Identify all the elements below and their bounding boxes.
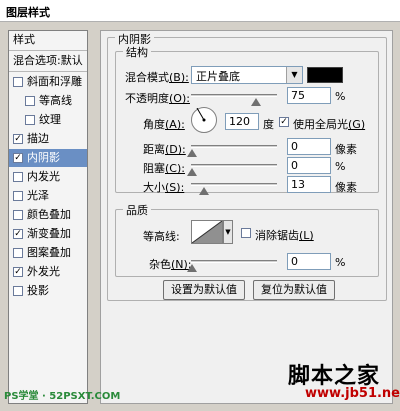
opacity-slider-thumb[interactable] [250, 98, 261, 106]
style-list-item[interactable]: ✓ 内阴影 [9, 149, 87, 167]
style-item-label: 斜面和浮雕 [27, 75, 82, 88]
noise-input[interactable]: 0 [287, 253, 331, 270]
style-list-header-label: 样式 [13, 33, 35, 46]
style-item-label: 内发光 [27, 170, 60, 183]
anti-alias-label: 消除锯齿(L) [255, 229, 314, 242]
reset-default-button[interactable]: 复位为默认值 [253, 280, 335, 300]
style-item-checkbox[interactable] [13, 191, 23, 201]
style-item-label: 投影 [27, 284, 49, 297]
style-item-label: 描边 [27, 132, 49, 145]
style-item-label: 渐变叠加 [27, 227, 71, 240]
style-item-checkbox[interactable] [13, 286, 23, 296]
size-slider[interactable] [191, 183, 277, 186]
global-light-label: 使用全局光(G) [293, 118, 366, 131]
style-list-item[interactable]: 图案叠加 [9, 244, 87, 262]
style-item-label: 纹理 [39, 113, 61, 126]
size-label: 大小(S): [143, 181, 185, 194]
shadow-color-swatch[interactable] [307, 67, 343, 83]
distance-input[interactable]: 0 [287, 138, 331, 155]
blend-mode-value: 正片叠底 [196, 70, 240, 83]
style-list-item[interactable]: 内发光 [9, 168, 87, 186]
style-item-checkbox[interactable] [13, 248, 23, 258]
style-list-header[interactable]: 样式 [9, 31, 87, 49]
distance-slider[interactable] [191, 145, 277, 148]
contour-picker[interactable] [191, 220, 223, 244]
style-list-item[interactable]: 光泽 [9, 187, 87, 205]
style-list-item[interactable]: ✓ 渐变叠加 [9, 225, 87, 243]
global-light-checkbox[interactable]: ✓ [279, 117, 289, 127]
choke-slider-thumb[interactable] [187, 168, 197, 176]
anti-alias-checkbox[interactable] [241, 228, 251, 238]
style-item-checkbox[interactable] [13, 77, 23, 87]
angle-input[interactable]: 120 [225, 113, 259, 130]
style-item-checkbox[interactable] [13, 172, 23, 182]
style-list-item[interactable]: ✓ 外发光 [9, 263, 87, 281]
style-list: 样式 混合选项:默认 斜面和浮雕等高线纹理 ✓ 描边 ✓ 内阴影内发光光泽颜色叠加 ✓ 渐变… [8, 30, 88, 404]
blend-mode-select[interactable]: 正片叠底 ▼ [191, 66, 303, 84]
divider [9, 71, 87, 72]
style-list-item[interactable]: 投影 [9, 282, 87, 300]
contour-label: 等高线: [143, 230, 180, 243]
style-item-label: 光泽 [27, 189, 49, 202]
style-item-checkbox[interactable]: ✓ [13, 134, 23, 144]
style-item-checkbox[interactable]: ✓ [13, 267, 23, 277]
size-slider-thumb[interactable] [199, 187, 209, 195]
choke-unit: % [335, 160, 346, 173]
watermark-site-url: www.jb51.net [305, 386, 400, 401]
noise-slider[interactable] [191, 260, 277, 263]
distance-slider-thumb[interactable] [187, 149, 197, 157]
inner-shadow-panel: 内阴影 结构 混合模式(B): 正片叠底 ▼ 不透明度(O): 75 % 角度(… [100, 30, 393, 404]
opacity-unit: % [335, 90, 346, 103]
blend-mode-label: 混合模式(B): [125, 71, 189, 84]
style-item-label: 等高线 [39, 94, 72, 107]
watermark-ps-site: PS学堂 · 52PSXT.COM [4, 391, 121, 402]
make-default-button[interactable]: 设置为默认值 [163, 280, 245, 300]
opacity-label: 不透明度(O): [125, 92, 190, 105]
style-list-item[interactable]: 纹理 [9, 111, 87, 129]
choke-label: 阻塞(C): [143, 162, 185, 175]
noise-label: 杂色(N): [149, 258, 192, 271]
size-input[interactable]: 13 [287, 176, 331, 193]
angle-dial-needle-icon [196, 107, 206, 122]
size-unit: 像素 [335, 181, 357, 194]
window-title: 图层样式 [0, 0, 400, 22]
angle-unit: 度 [263, 118, 274, 131]
style-item-checkbox[interactable] [25, 115, 35, 125]
style-item-checkbox[interactable] [13, 210, 23, 220]
angle-label: 角度(A): [143, 118, 185, 131]
style-list-item[interactable]: ✓ 描边 [9, 130, 87, 148]
angle-dial[interactable] [191, 107, 217, 133]
noise-slider-thumb[interactable] [187, 264, 197, 272]
opacity-slider[interactable] [191, 94, 277, 97]
style-list-item[interactable]: 等高线 [9, 92, 87, 110]
style-item-label: 图案叠加 [27, 246, 71, 259]
noise-unit: % [335, 256, 346, 269]
style-item-checkbox[interactable]: ✓ [13, 153, 23, 163]
choke-input[interactable]: 0 [287, 157, 331, 174]
contour-curve-icon [191, 220, 223, 244]
style-list-item[interactable]: 斜面和浮雕 [9, 73, 87, 91]
choke-slider[interactable] [191, 164, 277, 167]
divider [9, 50, 87, 51]
opacity-input[interactable]: 75 [287, 87, 331, 104]
structure-title: 结构 [123, 44, 151, 60]
style-item-label: 颜色叠加 [27, 208, 71, 221]
style-item-label: 内阴影 [27, 151, 60, 164]
quality-title: 品质 [123, 202, 151, 218]
blend-options-label: 混合选项:默认 [13, 54, 83, 67]
distance-unit: 像素 [335, 143, 357, 156]
contour-dropdown-chevron-icon[interactable]: ▼ [223, 220, 233, 244]
blend-options-item[interactable]: 混合选项:默认 [9, 52, 87, 70]
style-item-checkbox[interactable]: ✓ [13, 229, 23, 239]
style-item-label: 外发光 [27, 265, 60, 278]
chevron-down-icon: ▼ [286, 67, 302, 83]
distance-label: 距离(D): [143, 143, 186, 156]
style-list-item[interactable]: 颜色叠加 [9, 206, 87, 224]
style-item-checkbox[interactable] [25, 96, 35, 106]
